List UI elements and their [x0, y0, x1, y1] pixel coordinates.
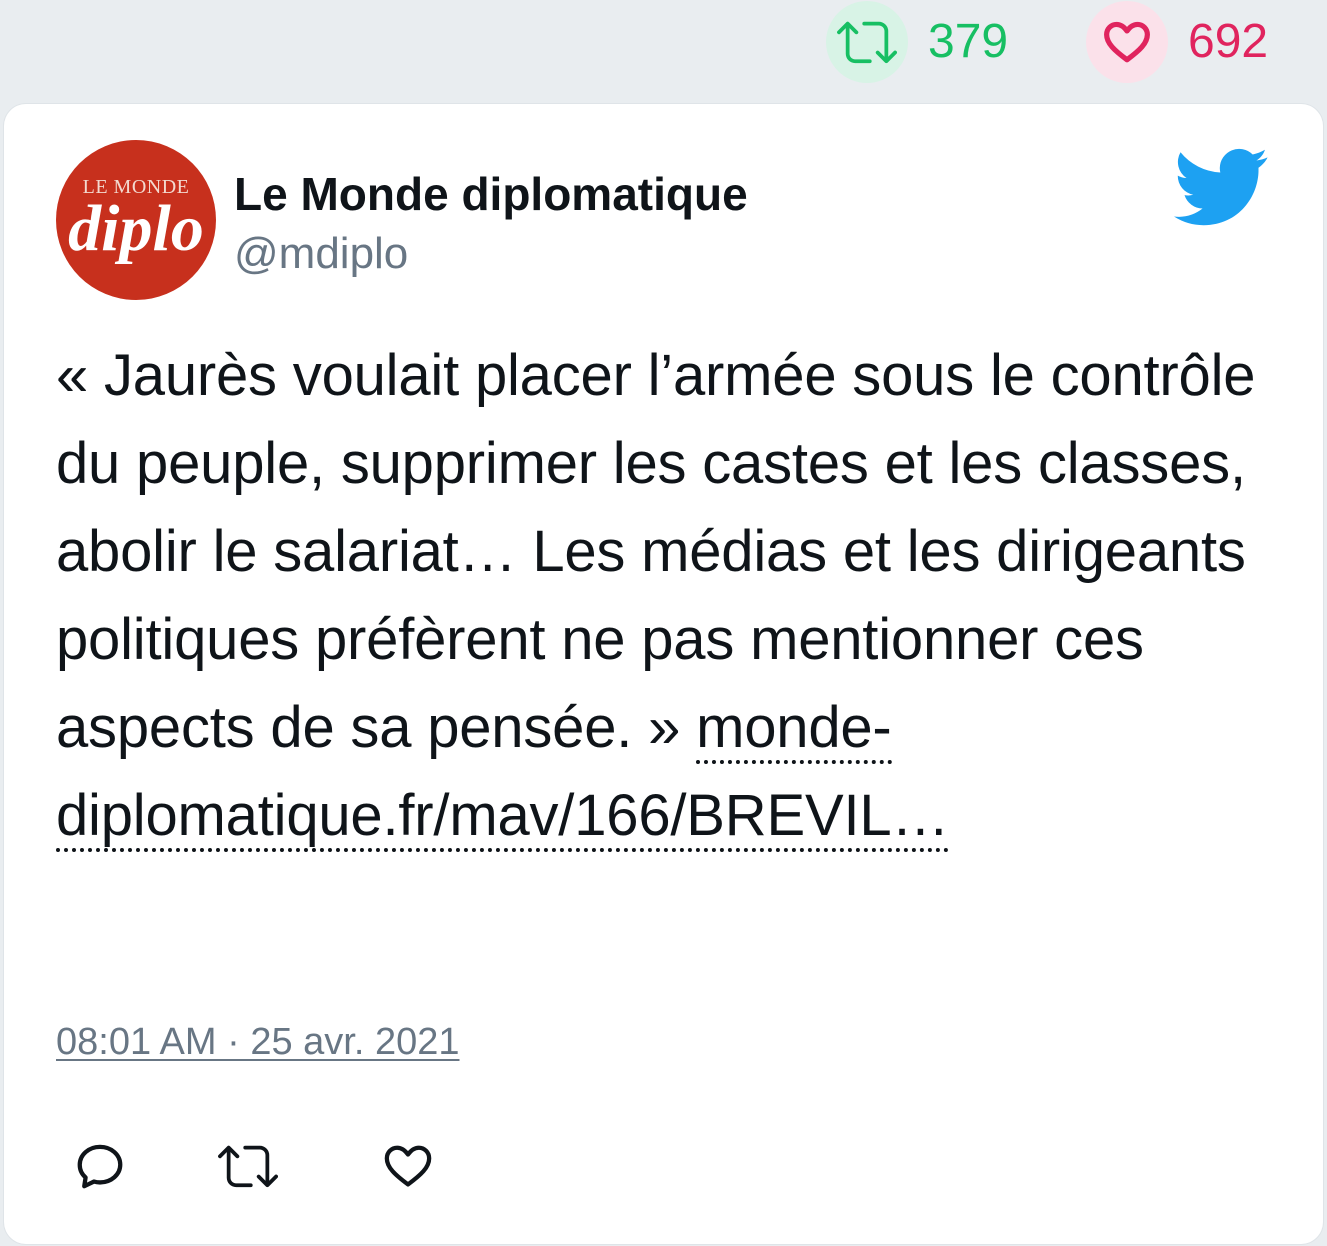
reply-icon	[77, 1144, 123, 1189]
heart-icon	[384, 1145, 432, 1187]
like-count: 692	[1188, 15, 1269, 68]
retweet-icon	[218, 1145, 278, 1188]
heart-icon	[1104, 21, 1150, 63]
retweet-count: 379	[928, 15, 1009, 68]
author-handle[interactable]: @mdiplo	[234, 228, 408, 280]
twitter-bird-icon[interactable]	[1172, 148, 1270, 228]
avatar-main-text: diplo	[68, 192, 204, 265]
tweet-stats-bar: 379 692	[0, 0, 1327, 88]
like-stat-icon-circle	[1086, 1, 1168, 83]
like-stat[interactable]: 692	[1086, 0, 1268, 84]
tweet-actions	[56, 1134, 556, 1198]
tweet-body: « Jaurès voulait placer l’armée sous le …	[56, 332, 1286, 860]
retweet-icon	[837, 21, 897, 64]
retweet-stat[interactable]: 379	[826, 0, 1008, 84]
tweet-timestamp[interactable]: 08:01 AM · 25 avr. 2021	[56, 1020, 460, 1064]
retweet-button[interactable]	[216, 1134, 280, 1198]
avatar[interactable]: LE MONDE diplo	[56, 140, 216, 300]
author-name[interactable]: Le Monde diplomatique	[234, 168, 748, 220]
tweet-card: LE MONDE diplo Le Monde diplomatique @md…	[4, 104, 1323, 1244]
tweet-text: « Jaurès voulait placer l’armée sous le …	[56, 343, 1256, 760]
like-button[interactable]	[376, 1134, 440, 1198]
reply-button[interactable]	[68, 1134, 132, 1198]
retweet-stat-icon-circle	[826, 1, 908, 83]
